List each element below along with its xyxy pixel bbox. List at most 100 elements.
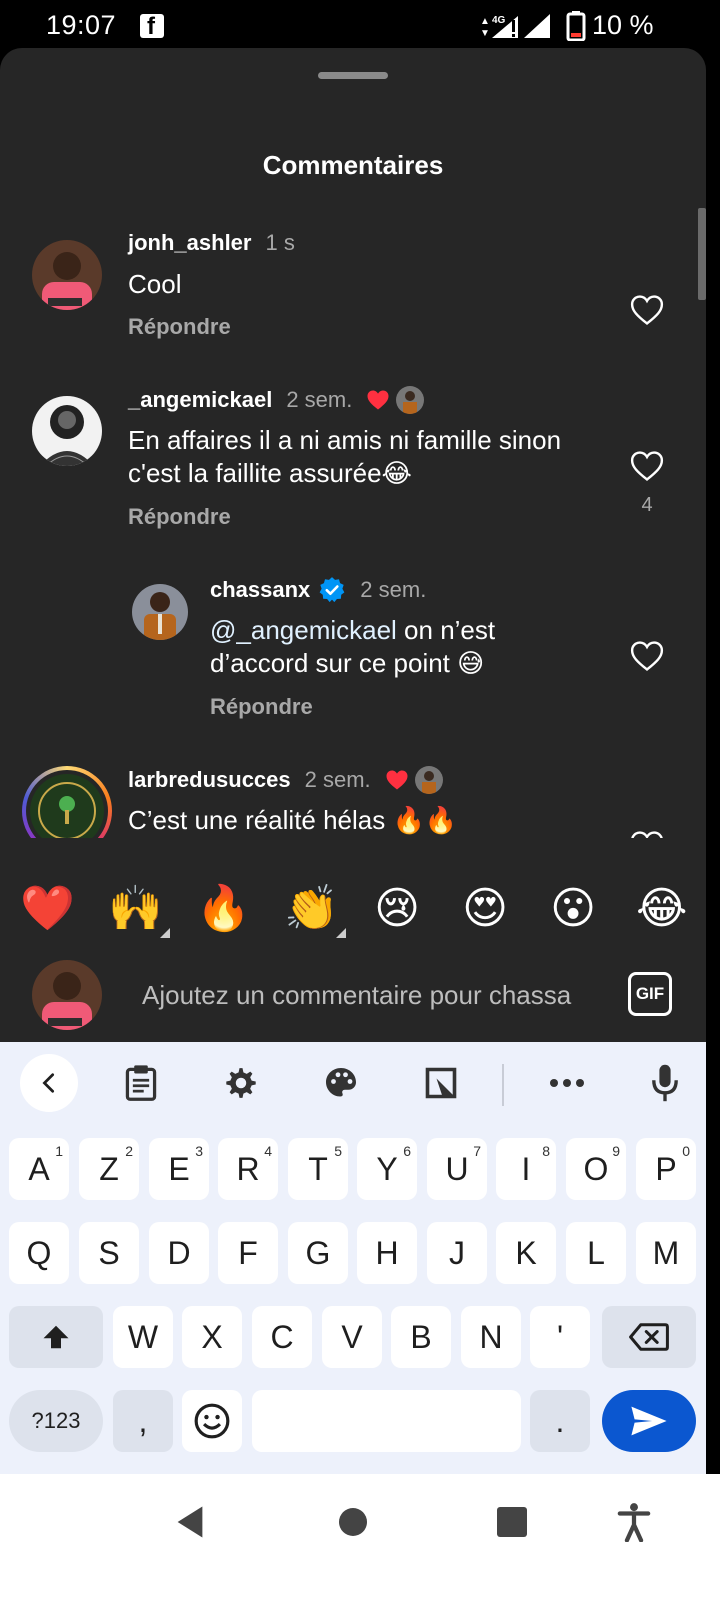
key-i[interactable]: I8: [496, 1138, 556, 1200]
key-label: A: [28, 1151, 50, 1187]
svg-text:4G: 4G: [492, 15, 506, 26]
username[interactable]: jonh_ashler: [128, 230, 251, 256]
key-v[interactable]: V: [322, 1306, 382, 1368]
resize-keyboard-button[interactable]: [412, 1054, 470, 1112]
emoji-raised-hands-button[interactable]: 🙌: [108, 884, 170, 938]
key-w[interactable]: W: [113, 1306, 173, 1368]
key-y[interactable]: Y6: [357, 1138, 417, 1200]
send-key[interactable]: [602, 1390, 696, 1452]
emoji-crying-button[interactable]: 😢: [372, 884, 422, 934]
palette-icon: [326, 1068, 356, 1097]
clipboard-icon: [125, 1065, 157, 1101]
status-bar: 19:07 ▲ ▼ 4G 10 %: [0, 0, 720, 50]
key-label: P: [655, 1151, 677, 1187]
key-c[interactable]: C: [252, 1306, 312, 1368]
username[interactable]: chassanx: [210, 577, 310, 603]
username-wrap[interactable]: chassanx: [210, 576, 346, 604]
key-x[interactable]: X: [182, 1306, 242, 1368]
key-h[interactable]: H: [357, 1222, 417, 1284]
comments-list[interactable]: jonh_ashler 1 s Cool Répondre _angemicka…: [0, 226, 706, 838]
emoji-glyph: 🙌: [108, 883, 163, 934]
key-e[interactable]: E3: [149, 1138, 209, 1200]
square-recents-icon: [497, 1507, 527, 1537]
like-button[interactable]: [630, 294, 666, 330]
key-apostrophe[interactable]: ': [530, 1306, 590, 1368]
emoji-clap-button[interactable]: 👏: [284, 884, 346, 938]
key-u[interactable]: U7: [427, 1138, 487, 1200]
like-button[interactable]: [630, 450, 666, 486]
avatar[interactable]: [32, 396, 102, 466]
key-t[interactable]: T5: [288, 1138, 348, 1200]
nav-home-button[interactable]: [333, 1502, 373, 1542]
like-button[interactable]: [630, 830, 666, 838]
battery-icon: [566, 11, 586, 41]
key-g[interactable]: G: [288, 1222, 348, 1284]
skin-tone-indicator: [160, 928, 170, 938]
send-icon: [631, 1406, 667, 1436]
key-m[interactable]: M: [636, 1222, 696, 1284]
key-o[interactable]: O9: [566, 1138, 626, 1200]
theme-button[interactable]: [312, 1054, 370, 1112]
comment-time: 2 sem.: [286, 387, 353, 412]
reply-button[interactable]: Répondre: [210, 694, 313, 720]
gif-button[interactable]: GIF: [628, 972, 672, 1016]
like-button[interactable]: [630, 640, 666, 676]
key-d[interactable]: D: [149, 1222, 209, 1284]
reply-button[interactable]: Répondre: [128, 504, 231, 530]
nav-recents-button[interactable]: [492, 1502, 532, 1542]
key-hint: 6: [403, 1143, 411, 1159]
spacebar[interactable]: [252, 1390, 521, 1452]
emoji-laughing-button[interactable]: 😂: [636, 884, 687, 934]
author-liked-heart-icon: [386, 770, 408, 790]
emoji-glyph: 👏: [284, 883, 339, 934]
key-a[interactable]: A1: [9, 1138, 69, 1200]
username[interactable]: larbredusucces: [128, 767, 291, 793]
key-label: E: [168, 1151, 190, 1187]
symbols-key[interactable]: ?123: [9, 1390, 103, 1452]
more-options-button[interactable]: [538, 1054, 596, 1112]
avatar-story-ring[interactable]: [22, 766, 112, 838]
key-s[interactable]: S: [79, 1222, 139, 1284]
key-l[interactable]: L: [566, 1222, 626, 1284]
period-key[interactable]: .: [530, 1390, 590, 1452]
author-avatar-mini: [396, 386, 425, 414]
emoji-heart-button[interactable]: ❤️: [20, 884, 75, 934]
key-p[interactable]: P0: [636, 1138, 696, 1200]
chevron-left-icon: [42, 1073, 55, 1093]
signal-icon: ▲ ▼ 4G: [480, 14, 550, 39]
reply-button[interactable]: Répondre: [128, 314, 231, 340]
comment-input[interactable]: [130, 970, 600, 1020]
voice-input-button[interactable]: [636, 1054, 694, 1112]
shift-key[interactable]: [9, 1306, 103, 1368]
backspace-key[interactable]: [602, 1306, 696, 1368]
key-b[interactable]: B: [391, 1306, 451, 1368]
emoji-key[interactable]: [182, 1390, 242, 1452]
backspace-icon: [629, 1323, 669, 1351]
comment-header: _angemickael 2 sem.: [128, 386, 425, 414]
emoji-surprised-button[interactable]: 😮: [548, 884, 598, 934]
keyboard-back-button[interactable]: [20, 1054, 78, 1112]
mention-link[interactable]: @_angemickael: [210, 615, 397, 645]
key-j[interactable]: J: [427, 1222, 487, 1284]
heart-outline-icon: [631, 831, 663, 838]
settings-button[interactable]: [212, 1054, 270, 1112]
avatar[interactable]: [32, 240, 102, 310]
emoji-fire-button[interactable]: 🔥: [196, 884, 251, 934]
comment-header: jonh_ashler 1 s: [128, 230, 295, 256]
key-k[interactable]: K: [496, 1222, 556, 1284]
key-z[interactable]: Z2: [79, 1138, 139, 1200]
accessibility-button[interactable]: [614, 1502, 654, 1542]
key-q[interactable]: Q: [9, 1222, 69, 1284]
key-n[interactable]: N: [461, 1306, 521, 1368]
username[interactable]: _angemickael: [128, 387, 272, 413]
key-label: R: [236, 1151, 260, 1187]
key-f[interactable]: F: [218, 1222, 278, 1284]
drag-handle[interactable]: [318, 72, 388, 79]
nav-back-button[interactable]: [170, 1502, 210, 1542]
avatar[interactable]: [132, 584, 188, 640]
comma-key[interactable]: ,: [113, 1390, 173, 1452]
status-time: 19:07: [46, 10, 117, 40]
key-r[interactable]: R4: [218, 1138, 278, 1200]
clipboard-button[interactable]: [112, 1054, 170, 1112]
emoji-heart-eyes-button[interactable]: 😍: [460, 884, 510, 934]
